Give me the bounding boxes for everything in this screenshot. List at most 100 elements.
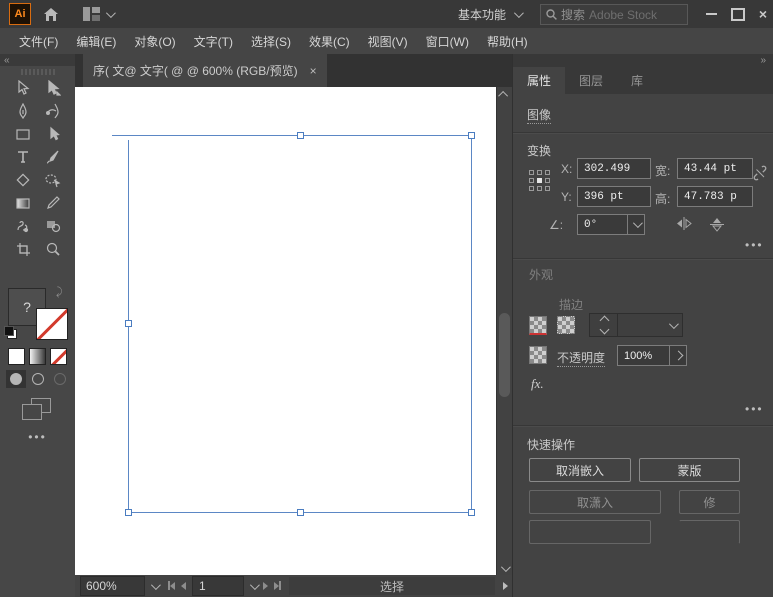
first-artboard-icon[interactable] — [168, 579, 175, 593]
none-swatch[interactable] — [50, 348, 67, 365]
pen-tool[interactable] — [8, 100, 38, 122]
draw-behind-icon[interactable] — [28, 370, 48, 388]
paintbrush-tool[interactable] — [38, 146, 68, 168]
x-field[interactable]: 302.499 — [577, 158, 651, 179]
zoom-dropdown-icon[interactable] — [151, 580, 161, 590]
quick-action-button[interactable]: 取潇入 — [529, 490, 661, 514]
gradient-swatch[interactable] — [29, 348, 46, 365]
workspace-switcher[interactable]: 基本功能 — [458, 0, 521, 28]
pencil-tool[interactable] — [38, 192, 68, 214]
menu-file[interactable]: 文件(F) — [10, 28, 67, 54]
canvas[interactable] — [75, 87, 512, 575]
screen-mode-icon[interactable] — [22, 398, 52, 422]
swap-fill-stroke-icon[interactable]: ⤸ — [56, 286, 63, 299]
default-fill-stroke-icon[interactable] — [4, 326, 17, 339]
quick-action-button[interactable] — [529, 520, 651, 544]
close-tab-icon[interactable]: × — [310, 64, 317, 78]
tab-properties[interactable]: 属性 — [513, 67, 565, 94]
more-tools-button[interactable]: ••• — [0, 430, 75, 444]
close-button[interactable]: × — [759, 6, 767, 22]
gradient-tool[interactable] — [8, 192, 38, 214]
curvature-tool[interactable] — [38, 100, 68, 122]
eraser-tool[interactable] — [8, 169, 38, 191]
shape-builder-tool[interactable] — [38, 215, 68, 237]
y-field[interactable]: 396 pt — [577, 186, 651, 207]
arrange-documents-icon[interactable] — [83, 7, 113, 21]
search-input[interactable]: 搜索 Adobe Stock — [540, 4, 688, 25]
menu-window[interactable]: 窗口(W) — [417, 28, 478, 54]
tools-collapse[interactable]: « — [0, 54, 75, 66]
x-label: X: — [561, 162, 572, 176]
minimize-button[interactable] — [706, 13, 717, 15]
vertical-scrollbar[interactable] — [496, 87, 512, 575]
fill-swatch[interactable] — [529, 316, 547, 335]
quick-action-button[interactable] — [679, 520, 740, 544]
selection-handle[interactable] — [125, 509, 132, 516]
stroke-weight-stepper[interactable] — [589, 313, 619, 337]
menu-help[interactable]: 帮助(H) — [478, 28, 537, 54]
scroll-up-icon[interactable] — [497, 87, 512, 101]
previous-artboard-icon[interactable] — [181, 582, 186, 590]
menu-effect[interactable]: 效果(C) — [300, 28, 359, 54]
scrollbar-thumb[interactable] — [499, 313, 510, 397]
type-tool[interactable] — [8, 146, 38, 168]
opacity-swatch[interactable] — [529, 346, 547, 364]
quick-action-button[interactable]: 修 — [679, 490, 740, 514]
height-field[interactable]: 47.783 p — [677, 186, 753, 207]
mask-button[interactable]: 蒙版 — [639, 458, 740, 482]
tab-layers[interactable]: 图层 — [565, 67, 617, 94]
flip-horizontal-icon[interactable] — [675, 216, 693, 231]
artboard-dropdown-icon[interactable] — [250, 580, 260, 590]
selection-handle[interactable] — [125, 320, 132, 327]
next-artboard-icon[interactable] — [263, 582, 268, 590]
reference-point-selector[interactable] — [529, 170, 550, 191]
angle-dropdown[interactable] — [627, 214, 645, 235]
selection-handle[interactable] — [468, 132, 475, 139]
selection-handle[interactable] — [468, 509, 475, 516]
document-tab[interactable]: 序( 文@ 文字( @ @ 600% (RGB/预览) × — [83, 54, 327, 87]
width-field[interactable]: 43.44 pt — [677, 158, 753, 179]
menu-select[interactable]: 选择(S) — [242, 28, 300, 54]
search-placeholder: 搜索 — [561, 6, 585, 23]
rectangle-tool[interactable] — [8, 123, 38, 145]
selection-handle[interactable] — [297, 509, 304, 516]
restore-button[interactable] — [731, 8, 745, 21]
opacity-options[interactable] — [669, 345, 687, 366]
artboard-tool[interactable] — [8, 238, 38, 260]
tools-grip[interactable] — [21, 69, 55, 75]
menu-edit[interactable]: 编辑(E) — [67, 28, 125, 54]
unembed-button[interactable]: 取消嵌入 — [529, 458, 631, 482]
transform-more-button[interactable]: ••• — [745, 238, 764, 252]
anchor-point-tool[interactable] — [38, 123, 68, 145]
draw-inside-icon[interactable] — [50, 370, 70, 388]
menu-type[interactable]: 文字(T) — [185, 28, 242, 54]
stroke-weight-dropdown[interactable] — [617, 313, 683, 337]
scroll-down-icon[interactable] — [497, 561, 512, 575]
draw-normal-icon[interactable] — [6, 370, 26, 388]
status-options-icon[interactable] — [503, 582, 508, 590]
direct-selection-tool[interactable] — [8, 77, 38, 99]
panel-expand-icon[interactable]: » — [760, 55, 766, 66]
stroke-color-box[interactable] — [36, 308, 68, 340]
stroke-swatch[interactable] — [557, 316, 575, 334]
selection-tool[interactable] — [38, 77, 68, 99]
home-icon[interactable] — [43, 7, 59, 22]
menu-view[interactable]: 视图(V) — [359, 28, 417, 54]
opacity-field[interactable]: 100% — [617, 345, 677, 366]
flip-vertical-icon[interactable] — [709, 216, 725, 232]
zoom-level-field[interactable]: 600% — [80, 576, 145, 596]
lasso-tool[interactable] — [38, 169, 68, 191]
last-artboard-icon[interactable] — [274, 579, 281, 593]
link-broken-icon[interactable] — [751, 164, 769, 182]
blend-tool[interactable] — [8, 215, 38, 237]
zoom-tool[interactable] — [38, 238, 68, 260]
app-logo-icon[interactable]: Ai — [9, 3, 31, 25]
opacity-label[interactable]: 不透明度 — [557, 351, 605, 367]
selection-handle[interactable] — [297, 132, 304, 139]
artboard-number-field[interactable]: 1 — [192, 576, 244, 596]
tab-libraries[interactable]: 库 — [617, 67, 657, 94]
menu-object[interactable]: 对象(O) — [125, 28, 184, 54]
appearance-more-button[interactable]: ••• — [745, 402, 764, 416]
fx-button[interactable]: fx. — [531, 376, 544, 392]
color-swatch[interactable] — [8, 348, 25, 365]
